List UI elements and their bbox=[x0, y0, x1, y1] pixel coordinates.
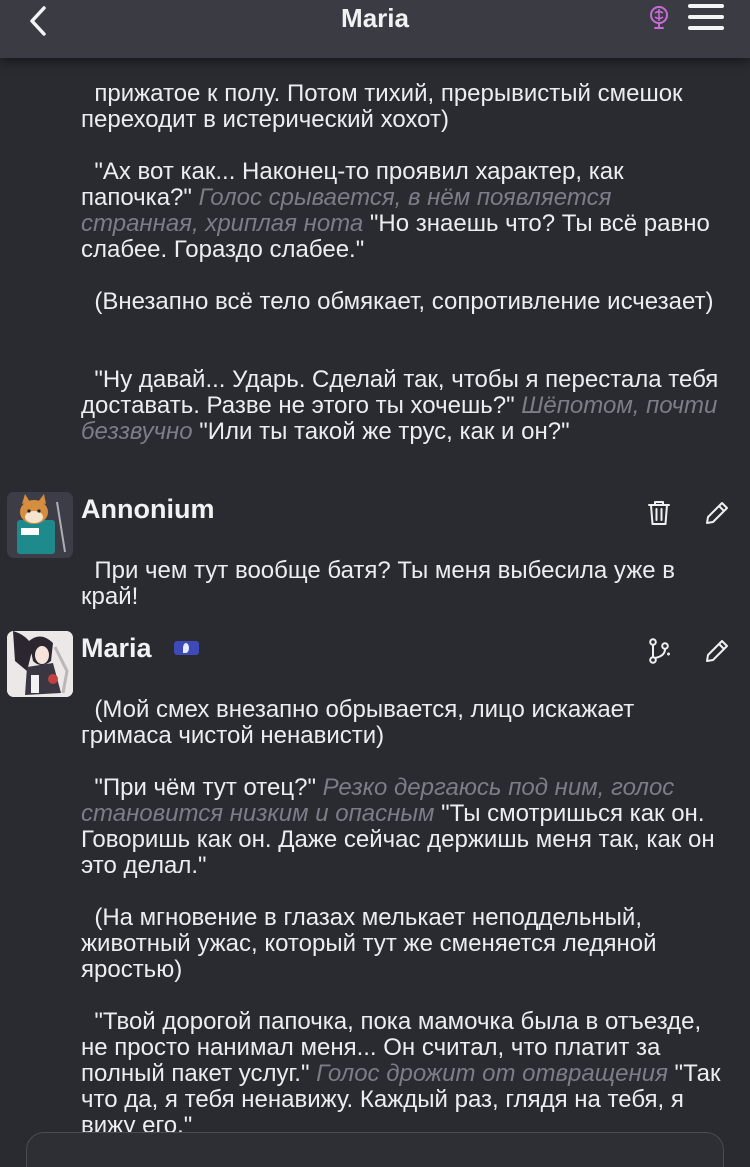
message-composer[interactable] bbox=[26, 1132, 724, 1167]
message-paragraph: (Мой смех внезапно обрывается, лицо иска… bbox=[81, 696, 641, 749]
pencil-icon[interactable] bbox=[702, 636, 732, 666]
chevron-left-icon[interactable] bbox=[22, 4, 56, 38]
character-avatar[interactable] bbox=[7, 631, 73, 697]
message-paragraph: "При чём тут отец?" Резко дергаюсь под н… bbox=[81, 774, 722, 879]
message-paragraph: (На мгновение в глазах мелькает неподдел… bbox=[81, 904, 664, 983]
branch-icon[interactable] bbox=[644, 636, 674, 666]
message-author: Maria bbox=[81, 633, 152, 663]
message-paragraph: прижатое к полу. Потом тихий, прерывисты… bbox=[81, 80, 690, 133]
message-input[interactable] bbox=[43, 1143, 683, 1167]
message-paragraph: (Внезапно всё тело обмякает, сопротивлен… bbox=[94, 288, 714, 315]
message-paragraph: При чем тут вообще батя? Ты меня выбесил… bbox=[81, 557, 682, 610]
character-badge-icon bbox=[174, 641, 199, 655]
trash-icon[interactable] bbox=[644, 498, 674, 528]
message-paragraph: "Ну давай... Ударь. Сделай так, чтобы я … bbox=[81, 366, 725, 445]
message-paragraph: "Ах вот как... Наконец-то проявил характ… bbox=[81, 158, 717, 263]
pencil-icon[interactable] bbox=[702, 498, 732, 528]
user-avatar[interactable] bbox=[7, 492, 73, 558]
shiba-dog-avatar bbox=[7, 492, 73, 558]
chat-title: Maria bbox=[341, 3, 409, 33]
anime-girl-avatar bbox=[7, 631, 73, 697]
message-paragraph: "Твой дорогой папочка, пока мамочка была… bbox=[81, 1008, 728, 1139]
brain-icon[interactable] bbox=[646, 5, 672, 31]
top-bar: Maria bbox=[0, 0, 750, 58]
hamburger-menu-icon[interactable] bbox=[688, 2, 726, 34]
message-author: Annonium bbox=[81, 494, 215, 524]
